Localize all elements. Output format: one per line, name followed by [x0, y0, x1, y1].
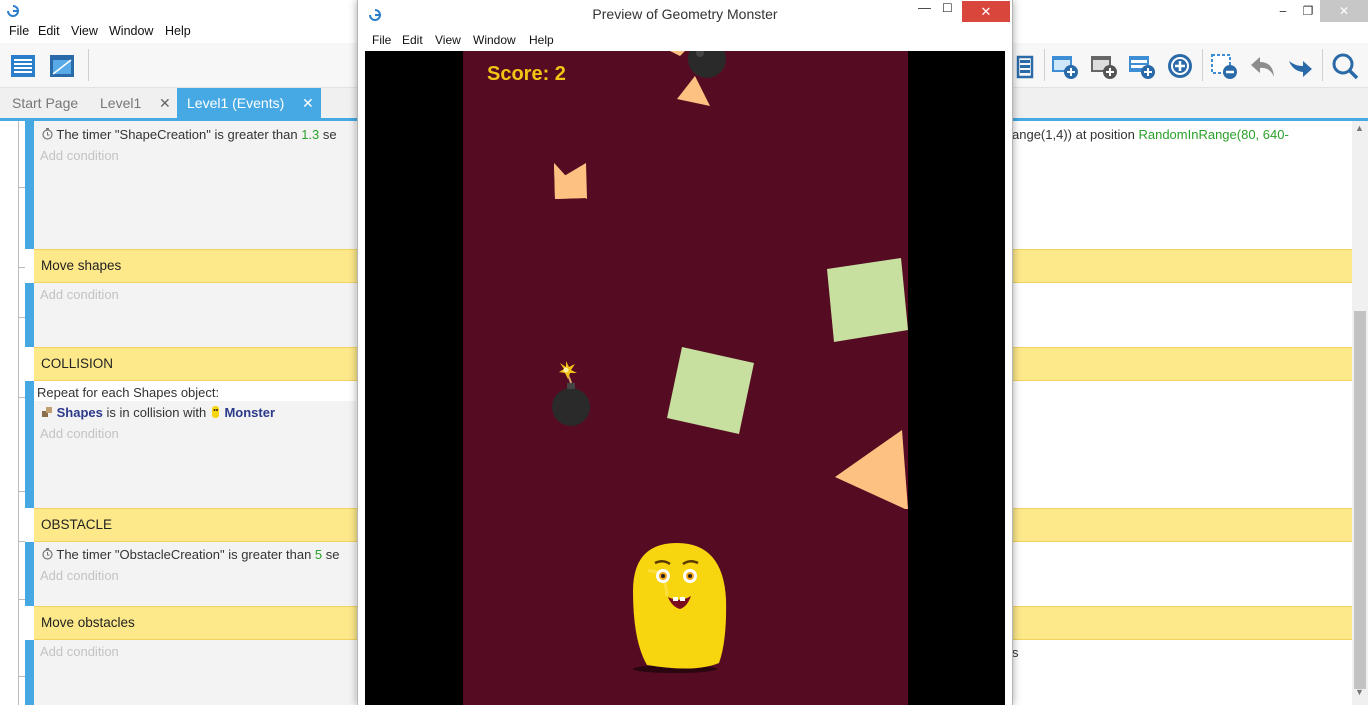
timer-value: 1.3 — [301, 127, 320, 142]
preview-window-title: Preview of Geometry Monster — [592, 6, 778, 22]
add-condition-link[interactable]: Add condition — [40, 148, 119, 163]
condition-text: se — [322, 547, 340, 562]
preview-menu-file[interactable]: File — [372, 33, 391, 47]
tree-guide-tick — [18, 397, 25, 398]
add-condition-link[interactable]: Add condition — [40, 426, 119, 441]
monster-object-icon — [211, 406, 219, 418]
event-selector-bar[interactable] — [25, 542, 34, 606]
undo-icon[interactable] — [1248, 51, 1278, 81]
project-manager-icon[interactable] — [8, 51, 38, 81]
condition-text: The timer — [56, 127, 115, 142]
timer-icon — [42, 548, 53, 560]
tree-guide-tick — [18, 317, 25, 318]
toolbar-separator — [1322, 49, 1323, 81]
ide-maximize-button[interactable]: ❐ — [1293, 0, 1323, 22]
tree-guide-tick — [18, 599, 25, 600]
menu-edit[interactable]: Edit — [38, 24, 60, 38]
add-condition-link[interactable]: Add condition — [40, 644, 119, 659]
event-3-condition[interactable]: Shapes is in collision with Monster — [42, 405, 275, 420]
letterbox-right — [908, 251, 1005, 351]
tree-guide-line — [18, 121, 25, 705]
search-icon[interactable] — [1330, 51, 1360, 81]
tree-guide-tick — [18, 676, 25, 677]
events-vertical-scrollbar[interactable]: ▲ ▼ — [1352, 121, 1368, 705]
timer-name: "ObstacleCreation" — [114, 547, 225, 562]
event-selector-bar[interactable] — [25, 121, 34, 249]
preview-menu-view[interactable]: View — [435, 33, 461, 47]
add-condition-link[interactable]: Add condition — [40, 568, 119, 583]
game-scene[interactable] — [365, 51, 1005, 705]
event-1-condition[interactable]: The timer "ShapeCreation" is greater tha… — [42, 127, 337, 142]
event-selector-bar[interactable] — [25, 283, 34, 347]
event-1-action[interactable]: ange(1,4)) at position RandomInRange(80,… — [1012, 127, 1289, 142]
preview-menu-window[interactable]: Window — [473, 33, 516, 47]
tab-start-page[interactable]: Start Page — [12, 88, 78, 119]
action-text: ange(1,4)) at position — [1012, 127, 1139, 142]
tab-level1-events-close-icon[interactable]: ✕ — [302, 88, 314, 119]
score-display: Score: 2 — [487, 63, 566, 85]
condition-text: is in collision with — [102, 405, 210, 420]
tab-level1[interactable]: Level1 — [100, 88, 141, 119]
menu-help[interactable]: Help — [165, 24, 191, 38]
repeat-for-each-text: Repeat for each Shapes object: — [37, 385, 220, 400]
add-event-icon[interactable] — [1050, 51, 1080, 81]
add-more-icon[interactable] — [1165, 51, 1195, 81]
scene-editor-icon[interactable] — [47, 51, 77, 81]
tab-level1-events[interactable]: Level1 (Events) — [177, 88, 321, 119]
shapes-object-icon — [42, 407, 52, 417]
object-name-shapes: Shapes — [56, 405, 103, 420]
monster-character — [633, 543, 727, 673]
toolbar-separator — [88, 49, 89, 81]
toolbar-separator — [1044, 49, 1045, 81]
condition-text: The timer — [56, 547, 115, 562]
delete-event-icon[interactable] — [1210, 51, 1240, 81]
object-name-monster: Monster — [224, 405, 275, 420]
condition-text: is greater than — [210, 127, 302, 142]
preview-menu-edit[interactable]: Edit — [402, 33, 423, 47]
condition-text: is greater than — [224, 547, 315, 562]
timer-name: "ShapeCreation" — [114, 127, 211, 142]
event-4-condition[interactable]: The timer "ObstacleCreation" is greater … — [42, 547, 339, 562]
toolbar-separator — [1202, 49, 1203, 81]
add-subevent-icon[interactable] — [1089, 51, 1119, 81]
action-expression: RandomInRange(80, 640- — [1138, 127, 1289, 142]
scroll-down-arrow-icon[interactable]: ▼ — [1355, 687, 1364, 697]
preview-close-button[interactable]: ✕ — [962, 1, 1010, 22]
comment-text: Move shapes — [41, 258, 122, 273]
preview-menu-help[interactable]: Help — [529, 33, 554, 47]
preview-maximize-button[interactable]: ☐ — [942, 1, 953, 15]
redo-icon[interactable] — [1285, 51, 1315, 81]
add-condition-link[interactable]: Add condition — [40, 287, 119, 302]
tree-guide-tick — [18, 187, 25, 188]
menu-window[interactable]: Window — [109, 24, 153, 38]
scrollbar-thumb[interactable] — [1354, 311, 1366, 689]
condition-text: se — [319, 127, 337, 142]
comment-text: OBSTACLE — [41, 517, 113, 532]
scroll-up-arrow-icon[interactable]: ▲ — [1355, 123, 1364, 133]
gdevelop-app-icon — [7, 5, 19, 17]
preview-minimize-button[interactable]: — — [918, 0, 931, 15]
game-canvas[interactable]: Score: 2 — [365, 51, 1005, 705]
menu-file[interactable]: File — [9, 24, 29, 38]
tab-level1-close-icon[interactable]: ✕ — [159, 88, 171, 119]
comment-text: Move obstacles — [41, 615, 135, 630]
tree-guide-tick — [18, 541, 25, 542]
add-comment-icon[interactable] — [1127, 51, 1157, 81]
tree-guide-tick — [18, 491, 25, 492]
ide-close-button[interactable]: ✕ — [1320, 0, 1368, 22]
tree-guide-tick — [18, 267, 25, 268]
timer-icon — [42, 128, 53, 140]
comment-text: COLLISION — [41, 356, 114, 371]
menu-view[interactable]: View — [71, 24, 98, 38]
square-shape — [827, 258, 908, 342]
event-selector-bar[interactable] — [25, 381, 34, 508]
preview-window: Preview of Geometry Monster — ☐ ✕ File E… — [357, 0, 1013, 705]
external-events-icon[interactable] — [1010, 51, 1040, 81]
event-selector-bar[interactable] — [25, 640, 34, 705]
